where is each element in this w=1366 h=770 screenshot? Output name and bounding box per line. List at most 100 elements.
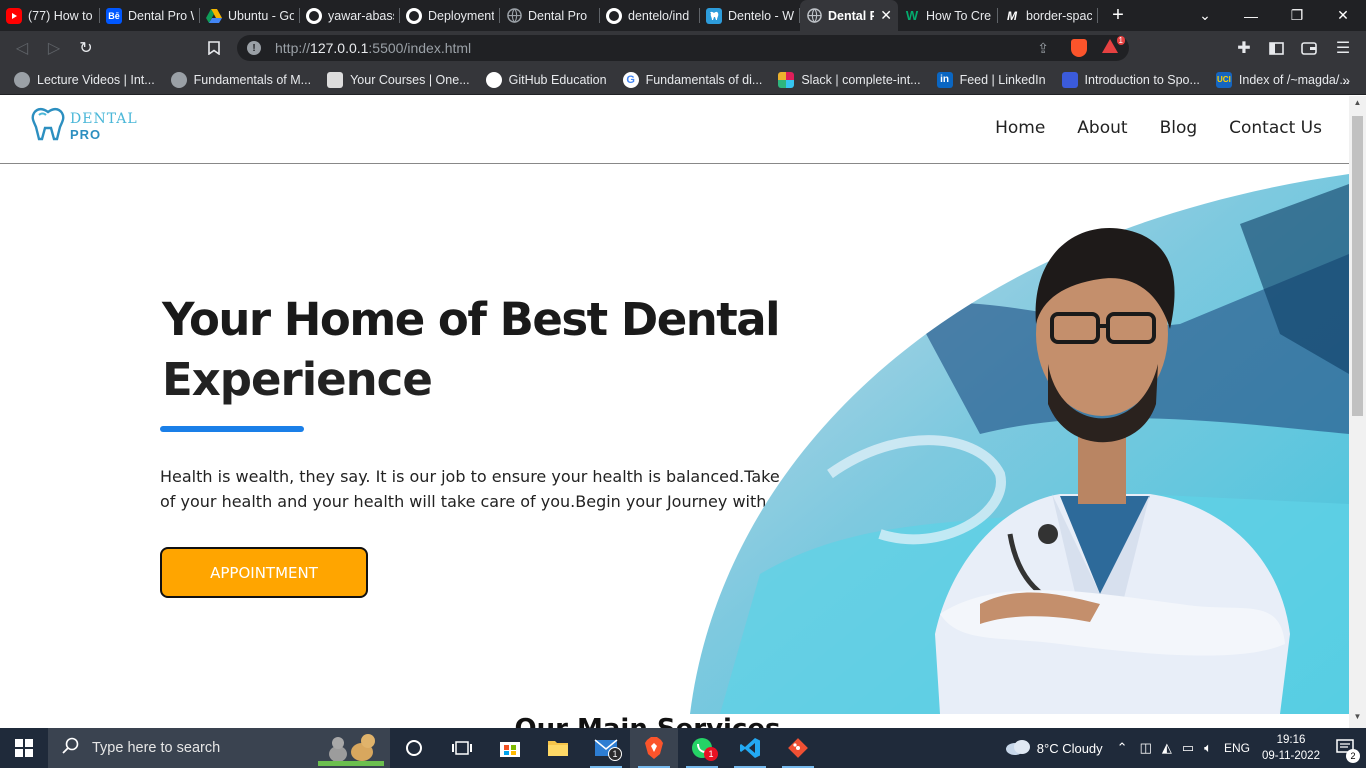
battery-icon[interactable]: ▭ bbox=[1182, 740, 1194, 756]
pets-illustration-icon bbox=[318, 730, 384, 770]
clock[interactable]: 19:16 09-11-2022 bbox=[1256, 732, 1326, 764]
close-icon[interactable]: ✕ bbox=[880, 7, 892, 24]
google-icon: G bbox=[622, 71, 639, 88]
notifications-icon[interactable]: 2 bbox=[1326, 739, 1366, 763]
calendar-icon bbox=[327, 71, 344, 88]
file-explorer-icon[interactable] bbox=[534, 728, 582, 768]
tab-title: border-spac bbox=[1026, 8, 1092, 23]
sidebar-icon[interactable] bbox=[1260, 32, 1292, 64]
tab-title: Ubuntu - Go bbox=[228, 8, 294, 23]
close-window-button[interactable]: ✕ bbox=[1320, 0, 1366, 31]
share-icon[interactable]: ⇪ bbox=[1037, 40, 1049, 57]
globe-icon bbox=[806, 8, 822, 24]
task-view-icon[interactable] bbox=[438, 728, 486, 768]
tab-strip: (77) How to Bē Dental Pro W Ubuntu - Go … bbox=[0, 0, 1366, 31]
brave-browser-icon[interactable] bbox=[630, 728, 678, 768]
forward-button[interactable]: ▷ bbox=[38, 32, 70, 64]
minimize-button[interactable]: — bbox=[1228, 0, 1274, 31]
volume-icon[interactable]: 🔈︎ bbox=[1204, 740, 1212, 756]
browser-tab-active[interactable]: Dental P ✕ bbox=[800, 0, 898, 31]
git-icon[interactable] bbox=[774, 728, 822, 768]
address-bar[interactable]: ! http://127.0.0.1:5500/index.html ⇪ 1 bbox=[237, 35, 1129, 61]
chevron-up-icon[interactable]: ⌃ bbox=[1117, 740, 1128, 756]
back-button[interactable]: ◁ bbox=[6, 32, 38, 64]
slack-icon bbox=[778, 71, 795, 88]
site-logo[interactable]: DENTAL PRO bbox=[30, 107, 138, 146]
bookmark-item[interactable]: Introduction to Spo... bbox=[1061, 71, 1200, 88]
whatsapp-badge: 1 bbox=[704, 747, 718, 761]
chevron-down-icon[interactable]: ⌄ bbox=[1182, 0, 1228, 31]
reload-button[interactable]: ↻ bbox=[70, 32, 102, 64]
cortana-icon[interactable] bbox=[390, 728, 438, 768]
nav-home[interactable]: Home bbox=[995, 118, 1045, 138]
page-scrollbar[interactable]: ▲ ▼ bbox=[1349, 96, 1366, 728]
brave-shields-icon[interactable] bbox=[1071, 39, 1087, 57]
web-page: DENTAL PRO Home About Blog Contact Us Yo… bbox=[0, 96, 1349, 728]
browser-tab[interactable]: Bē Dental Pro W bbox=[100, 0, 200, 31]
bookmark-item[interactable]: GitHub Education bbox=[485, 71, 607, 88]
scroll-down-icon[interactable]: ▼ bbox=[1349, 712, 1366, 726]
bookmark-item[interactable]: Lecture Videos | Int... bbox=[14, 71, 155, 88]
url-host: 127.0.0.1 bbox=[310, 40, 369, 56]
menu-icon[interactable]: ☰ bbox=[1327, 32, 1359, 64]
youtube-icon bbox=[6, 7, 22, 24]
behance-icon: Bē bbox=[106, 7, 122, 24]
scroll-thumb[interactable] bbox=[1352, 116, 1363, 416]
tab-title: Dentelo - W bbox=[728, 8, 794, 23]
main-nav: Home About Blog Contact Us bbox=[995, 118, 1322, 138]
weather-widget[interactable]: 8°C Cloudy bbox=[1005, 739, 1103, 758]
whatsapp-icon[interactable]: 1 bbox=[678, 728, 726, 768]
bookmark-label: Your Courses | One... bbox=[350, 72, 470, 87]
tab-title: Dental Pro W bbox=[128, 8, 194, 23]
w3schools-icon: W bbox=[905, 8, 919, 23]
browser-tab[interactable]: M border-spac bbox=[998, 0, 1098, 31]
browser-tab[interactable]: (77) How to bbox=[0, 0, 100, 31]
start-button[interactable] bbox=[0, 728, 48, 768]
extensions-icon[interactable]: ✚ bbox=[1228, 32, 1260, 64]
nav-about[interactable]: About bbox=[1077, 118, 1127, 138]
scroll-up-icon[interactable]: ▲ bbox=[1349, 98, 1366, 112]
nav-contact[interactable]: Contact Us bbox=[1229, 118, 1322, 138]
notification-count: 2 bbox=[1346, 749, 1360, 763]
browser-tab[interactable]: yawar-abass bbox=[300, 0, 400, 31]
appointment-button[interactable]: APPOINTMENT bbox=[160, 547, 368, 598]
mail-badge: 1 bbox=[608, 747, 622, 761]
taskbar-search[interactable]: Type here to search bbox=[48, 728, 390, 768]
network-icon[interactable]: ◭ bbox=[1162, 740, 1172, 756]
github-icon bbox=[485, 71, 502, 88]
bookmark-item[interactable]: in Feed | LinkedIn bbox=[936, 71, 1046, 88]
browser-tab[interactable]: Deployment bbox=[400, 0, 500, 31]
language-indicator[interactable]: ENG bbox=[1224, 741, 1250, 755]
bookmark-icon[interactable] bbox=[198, 32, 230, 64]
search-placeholder: Type here to search bbox=[92, 740, 221, 756]
browser-tab[interactable]: Dental Pro bbox=[500, 0, 600, 31]
windows-icon bbox=[15, 739, 33, 757]
nav-blog[interactable]: Blog bbox=[1160, 118, 1198, 138]
mail-icon[interactable]: 1 bbox=[582, 728, 630, 768]
microsoft-store-icon[interactable] bbox=[486, 728, 534, 768]
browser-tab[interactable]: Ubuntu - Go bbox=[200, 0, 300, 31]
browser-tab[interactable]: W How To Cre bbox=[898, 0, 998, 31]
browser-tab[interactable]: dentelo/ind bbox=[600, 0, 700, 31]
wallet-icon[interactable] bbox=[1293, 32, 1325, 64]
browser-tab[interactable]: Dentelo - W bbox=[700, 0, 800, 31]
info-icon[interactable]: ! bbox=[247, 41, 261, 55]
bookmark-item[interactable]: Fundamentals of M... bbox=[170, 71, 311, 88]
bookmarks-bar: Lecture Videos | Int... Fundamentals of … bbox=[0, 65, 1366, 95]
bookmark-label: Fundamentals of di... bbox=[645, 72, 763, 87]
tab-title: Dental P bbox=[828, 8, 875, 23]
chevron-right-icon[interactable]: » bbox=[1342, 72, 1350, 88]
bookmark-item[interactable]: Slack | complete-int... bbox=[778, 71, 921, 88]
bookmark-item[interactable]: UCI Index of /~magda/... bbox=[1215, 71, 1350, 88]
meet-now-icon[interactable]: ◫ bbox=[1140, 740, 1152, 756]
restore-button[interactable]: ❐ bbox=[1274, 0, 1320, 31]
bookmark-label: Index of /~magda/... bbox=[1238, 72, 1350, 87]
new-tab-button[interactable]: + bbox=[1098, 4, 1138, 27]
vscode-icon[interactable] bbox=[726, 728, 774, 768]
windows-taskbar: Type here to search 1 1 8°C Cloudy ⌃ ◫ ◭… bbox=[0, 728, 1366, 768]
globe-icon bbox=[506, 8, 522, 24]
brave-rewards-icon[interactable]: 1 bbox=[1101, 36, 1125, 57]
bookmark-item[interactable]: G Fundamentals of di... bbox=[622, 71, 763, 88]
tooth-icon bbox=[30, 107, 66, 146]
bookmark-item[interactable]: Your Courses | One... bbox=[327, 71, 470, 88]
